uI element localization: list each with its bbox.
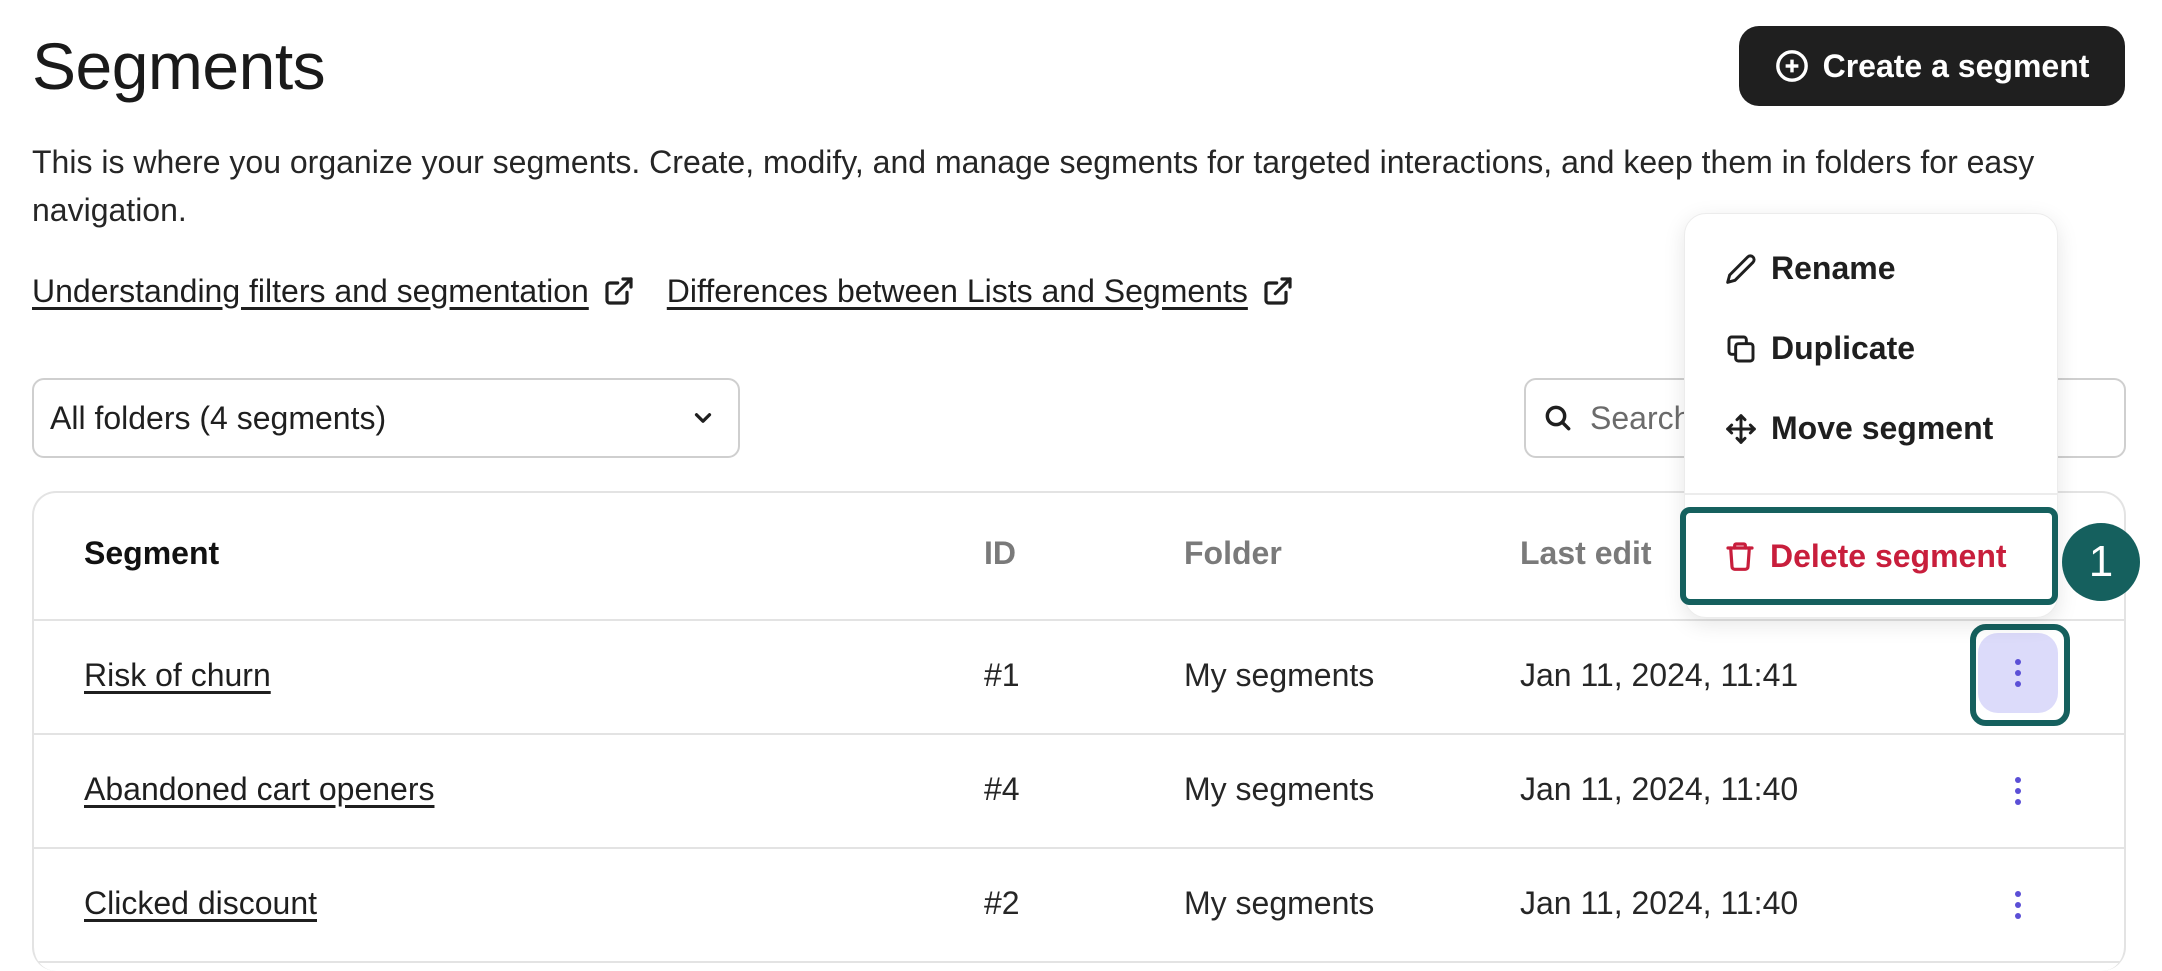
create-segment-button[interactable]: Create a segment (1739, 26, 2125, 106)
external-link-icon (605, 277, 633, 305)
help-links: Understanding filters and segmentation D… (32, 266, 1326, 316)
menu-item-delete-segment[interactable]: Delete segment (1680, 507, 2058, 605)
help-link-label[interactable]: Differences between Lists and Segments (667, 273, 1248, 310)
row-actions-focus-ring (1970, 624, 2070, 726)
table-row: Clicked discount #2 My segments Jan 11, … (34, 849, 2124, 963)
create-segment-label: Create a segment (1822, 47, 2090, 84)
more-vertical-icon (2015, 777, 2021, 805)
menu-item-move-segment[interactable]: Move segment (1725, 410, 1993, 447)
column-header-id[interactable]: ID (984, 535, 1016, 572)
segment-last-edit: Jan 11, 2024, 11:41 (1520, 657, 1799, 693)
segment-folder: My segments (1184, 771, 1375, 807)
menu-item-label: Duplicate (1771, 330, 1916, 366)
segment-folder: My segments (1184, 657, 1375, 693)
menu-item-label: Move segment (1771, 410, 1994, 446)
chevron-down-icon (694, 413, 712, 423)
table-row: Risk of churn #1 My segments Jan 11, 202… (34, 621, 2124, 735)
column-header-folder[interactable]: Folder (1184, 535, 1282, 572)
segment-last-edit: Jan 11, 2024, 11:40 (1520, 885, 1799, 921)
segment-name-link[interactable]: Clicked discount (84, 885, 317, 922)
column-header-segment[interactable]: Segment (84, 535, 219, 572)
external-link-icon (1264, 277, 1292, 305)
folder-filter-select[interactable]: All folders (4 segments) (32, 378, 740, 458)
help-link-filters[interactable]: Understanding filters and segmentation (32, 273, 635, 310)
segment-id: #4 (984, 771, 1020, 807)
help-link-lists-vs-segments[interactable]: Differences between Lists and Segments (667, 273, 1294, 310)
menu-item-rename[interactable]: Rename (1725, 250, 1896, 287)
menu-item-duplicate[interactable]: Duplicate (1725, 330, 1915, 367)
move-icon (1726, 413, 1756, 444)
segment-id: #2 (984, 885, 1020, 921)
row-actions-button[interactable] (1978, 865, 2058, 945)
column-header-last-edit[interactable]: Last edit (1520, 535, 1652, 572)
row-actions-button[interactable] (1978, 751, 2058, 831)
more-vertical-icon (2015, 891, 2021, 919)
menu-divider (1685, 493, 2057, 495)
folder-filter-value: All folders (4 segments) (50, 399, 387, 436)
segment-name-link[interactable]: Risk of churn (84, 657, 271, 694)
search-icon (1545, 405, 1571, 431)
table-row: Abandoned cart openers #4 My segments Ja… (34, 735, 2124, 849)
page-title: Segments (32, 29, 326, 103)
help-link-label[interactable]: Understanding filters and segmentation (32, 273, 589, 310)
segment-name-link[interactable]: Abandoned cart openers (84, 771, 434, 808)
segment-id: #1 (984, 657, 1020, 693)
menu-item-label: Rename (1771, 250, 1896, 286)
segment-folder: My segments (1184, 885, 1375, 921)
pencil-icon (1726, 253, 1756, 284)
step-number-badge: 1 (2062, 523, 2140, 601)
copy-icon (1727, 335, 1755, 362)
trash-icon (1726, 542, 1754, 571)
plus-circle-icon (1775, 50, 1808, 82)
segment-last-edit: Jan 11, 2024, 11:40 (1520, 771, 1799, 807)
menu-item-label: Delete segment (1770, 537, 2007, 574)
